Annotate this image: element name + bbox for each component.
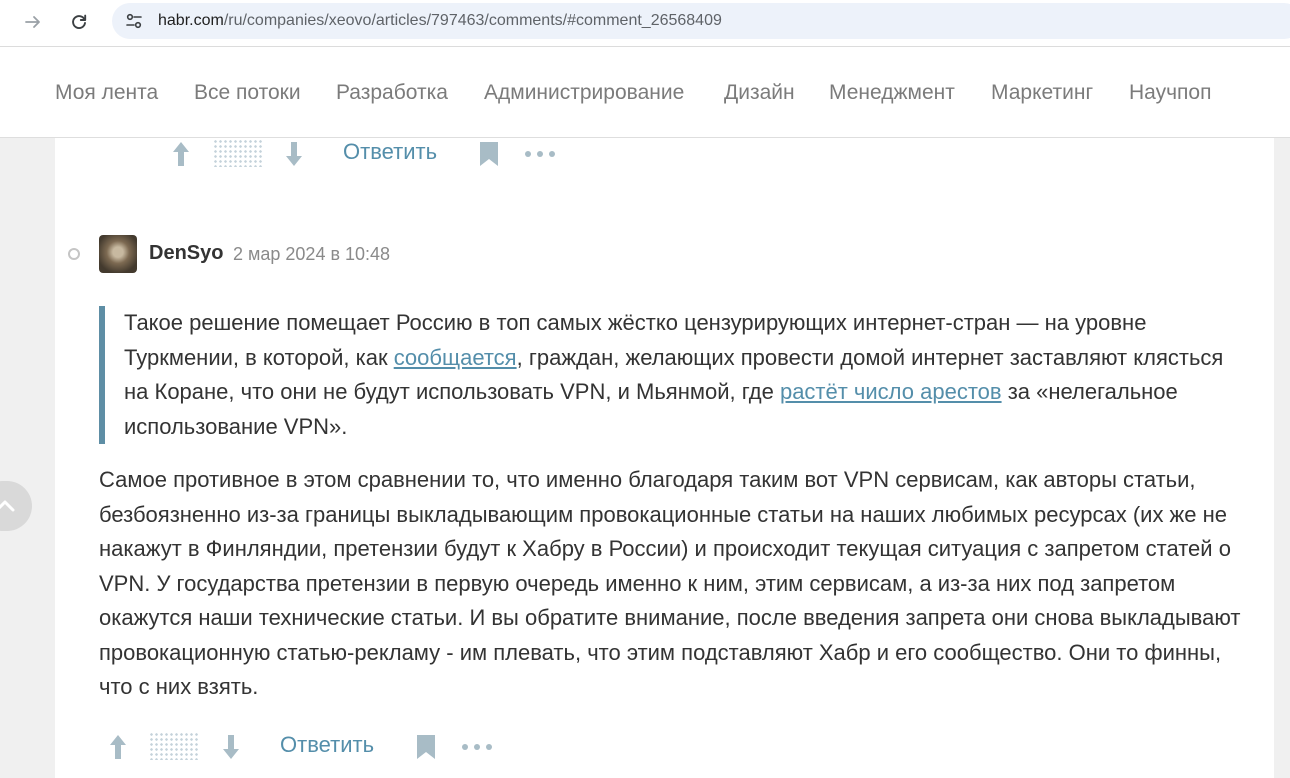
site-info-button[interactable] bbox=[120, 7, 148, 35]
vote-up-button[interactable] bbox=[107, 732, 129, 762]
reply-link[interactable]: Ответить bbox=[280, 732, 374, 758]
tune-icon bbox=[126, 13, 142, 29]
vote-score-placeholder bbox=[149, 732, 199, 760]
thread-indicator bbox=[68, 248, 80, 260]
habr-nav: Моя лента Все потоки Разработка Админист… bbox=[0, 47, 1290, 138]
more-options-button[interactable] bbox=[462, 741, 492, 753]
bookmark-icon bbox=[480, 142, 498, 166]
nav-tab-development[interactable]: Разработка bbox=[336, 81, 448, 105]
nav-tab-management[interactable]: Менеджмент bbox=[829, 81, 955, 105]
url-host: habr.com bbox=[158, 12, 224, 29]
arrow-up-icon bbox=[110, 735, 126, 759]
address-bar[interactable]: habr.com/ru/companies/xeovo/articles/797… bbox=[112, 3, 1290, 39]
reload-icon bbox=[72, 14, 87, 29]
quote-link-reported[interactable]: сообщается bbox=[394, 345, 517, 370]
more-dots-icon bbox=[525, 151, 531, 157]
nav-tab-popsci[interactable]: Научпоп bbox=[1129, 81, 1211, 105]
arrow-right-icon bbox=[25, 16, 40, 28]
reply-link[interactable]: Ответить bbox=[343, 139, 437, 165]
nav-tab-marketing[interactable]: Маркетинг bbox=[991, 81, 1093, 105]
comment-actions: Ответить bbox=[107, 730, 507, 764]
nav-tab-all-streams[interactable]: Все потоки bbox=[194, 81, 301, 105]
scroll-up-button[interactable] bbox=[0, 481, 32, 531]
bookmark-button[interactable] bbox=[415, 733, 437, 761]
vote-up-button[interactable] bbox=[170, 139, 192, 169]
avatar[interactable] bbox=[99, 235, 137, 273]
more-dots-icon bbox=[462, 744, 468, 750]
url-path: /ru/companies/xeovo/articles/797463/comm… bbox=[223, 12, 722, 29]
more-options-button[interactable] bbox=[525, 148, 555, 160]
chevron-up-icon bbox=[0, 500, 15, 512]
comment-quote: Такое решение помещает Россию в топ самы… bbox=[99, 306, 1229, 444]
vote-score-placeholder bbox=[213, 139, 263, 167]
comment-body: Самое противное в этом сравнении то, что… bbox=[99, 467, 1241, 699]
reload-button[interactable] bbox=[64, 7, 94, 37]
comment-author[interactable]: DenSyo bbox=[149, 242, 223, 265]
arrow-down-icon bbox=[223, 735, 239, 759]
nav-tab-design[interactable]: Дизайн bbox=[724, 81, 795, 105]
url-text[interactable]: habr.com/ru/companies/xeovo/articles/797… bbox=[158, 12, 722, 30]
vote-down-button[interactable] bbox=[220, 732, 242, 762]
bookmark-icon bbox=[417, 735, 435, 759]
comment-date[interactable]: 2 мар 2024 в 10:48 bbox=[233, 244, 390, 265]
nav-tab-my-feed[interactable]: Моя лента bbox=[55, 81, 158, 105]
vote-down-button[interactable] bbox=[283, 139, 305, 169]
browser-toolbar: habr.com/ru/companies/xeovo/articles/797… bbox=[0, 0, 1290, 47]
forward-button[interactable] bbox=[18, 7, 48, 37]
prev-comment-actions: Ответить bbox=[170, 137, 570, 171]
quote-link-arrests[interactable]: растёт число арестов bbox=[780, 379, 1002, 404]
nav-tab-administration[interactable]: Администрирование bbox=[484, 81, 684, 105]
bookmark-button[interactable] bbox=[478, 140, 500, 168]
arrow-up-icon bbox=[173, 142, 189, 166]
arrow-down-icon bbox=[286, 142, 302, 166]
